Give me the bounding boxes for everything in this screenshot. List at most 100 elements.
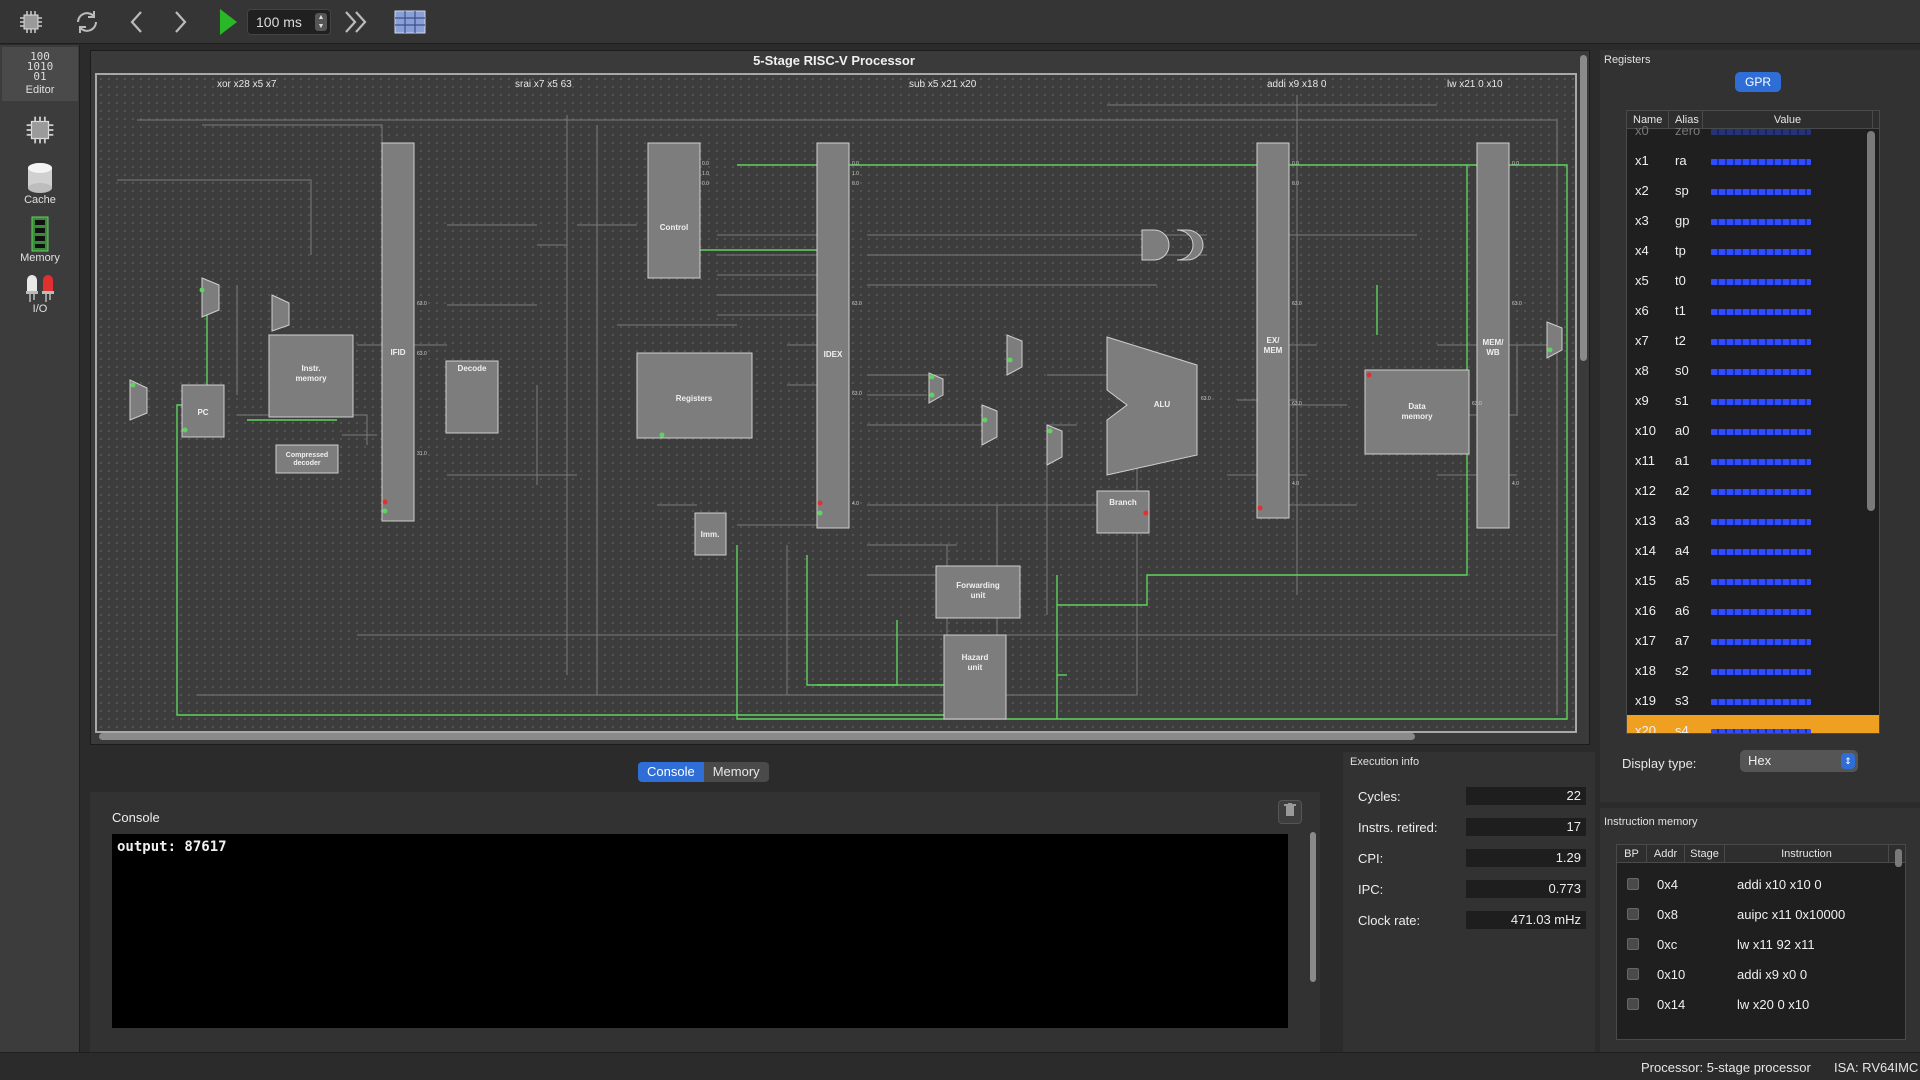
sidebar-item-editor[interactable]: 100 1010 01 Editor: [2, 47, 78, 101]
console-scrollbar[interactable]: [1310, 832, 1316, 982]
register-value[interactable]: [1703, 633, 1873, 648]
register-row[interactable]: x9 s1: [1627, 385, 1879, 415]
instruction-row[interactable]: 0x14 lw x20 0 x10: [1617, 989, 1905, 1019]
register-row[interactable]: x4 tp: [1627, 235, 1879, 265]
register-value[interactable]: [1703, 573, 1873, 588]
table-view-icon[interactable]: [393, 5, 427, 39]
processor-canvas[interactable]: 5-Stage RISC-V Processor xor x28 x5 x7 s…: [90, 50, 1590, 745]
instruction-text: addi x10 x10 0: [1737, 876, 1822, 892]
register-name: x4: [1635, 242, 1649, 258]
console-output[interactable]: output: 87617: [112, 834, 1288, 1028]
register-row[interactable]: x6 t1: [1627, 295, 1879, 325]
control-block: [647, 142, 701, 279]
reset-icon[interactable]: [70, 5, 104, 39]
instruction-row[interactable]: 0xc lw x11 92 x11: [1617, 929, 1905, 959]
breakpoint-checkbox[interactable]: [1627, 968, 1639, 980]
instruction-row[interactable]: 0x10 addi x9 x0 0: [1617, 959, 1905, 989]
registers-scrollbar[interactable]: [1867, 131, 1875, 511]
register-value[interactable]: [1703, 663, 1873, 678]
console-panel: Console output: 87617: [90, 792, 1320, 1052]
fast-forward-icon[interactable]: [340, 5, 374, 39]
speed-input[interactable]: 100 ms ▲ ▼: [247, 9, 331, 35]
register-row[interactable]: x18 s2: [1627, 655, 1879, 685]
instruction-memory-table[interactable]: BP Addr Stage Instruction 0x4 addi x10 x1…: [1616, 844, 1906, 1040]
register-value[interactable]: [1703, 363, 1873, 378]
col-header-instruction[interactable]: Instruction: [1725, 845, 1889, 862]
register-row[interactable]: x10 a0: [1627, 415, 1879, 445]
register-row[interactable]: x2 sp: [1627, 175, 1879, 205]
register-row[interactable]: x11 a1: [1627, 445, 1879, 475]
register-value[interactable]: [1703, 543, 1873, 558]
col-header-bp[interactable]: BP: [1617, 845, 1647, 862]
register-value[interactable]: [1703, 273, 1873, 288]
memory-module-icon: [31, 216, 49, 252]
tab-memory[interactable]: Memory: [703, 762, 769, 782]
instruction-row[interactable]: 0x4 addi x10 x10 0: [1617, 869, 1905, 899]
register-value-bar: [1711, 278, 1811, 285]
register-value[interactable]: [1703, 423, 1873, 438]
svg-text:WB: WB: [1486, 348, 1500, 357]
register-row[interactable]: x19 s3: [1627, 685, 1879, 715]
svg-text:63.0: 63.0: [1201, 396, 1211, 402]
run-icon[interactable]: [211, 5, 245, 39]
register-row[interactable]: x1 ra: [1627, 145, 1879, 175]
canvas-vertical-scrollbar[interactable]: [1580, 55, 1587, 361]
breakpoint-checkbox[interactable]: [1627, 938, 1639, 950]
canvas-horizontal-scrollbar[interactable]: [99, 733, 1415, 740]
register-value[interactable]: [1703, 243, 1873, 258]
register-value[interactable]: [1703, 393, 1873, 408]
sidebar-item-io[interactable]: I/O: [2, 267, 78, 321]
breakpoint-checkbox[interactable]: [1627, 998, 1639, 1010]
sidebar-item-processor[interactable]: [2, 105, 78, 155]
exmem-register: [1256, 142, 1290, 519]
register-alias: a5: [1675, 572, 1690, 588]
register-value[interactable]: [1703, 513, 1873, 528]
breakpoint-checkbox[interactable]: [1627, 908, 1639, 920]
register-value[interactable]: [1703, 153, 1873, 168]
register-value[interactable]: [1703, 213, 1873, 228]
register-row[interactable]: x5 t0: [1627, 265, 1879, 295]
status-processor: Processor: 5-stage processor: [1641, 1060, 1811, 1075]
instruction-row[interactable]: 0x8 auipc x11 0x10000: [1617, 899, 1905, 929]
register-value[interactable]: [1703, 123, 1873, 138]
execution-info-panel: Execution info Cycles: 22 Instrs. retire…: [1343, 752, 1595, 1052]
col-header-addr[interactable]: Addr: [1647, 845, 1685, 862]
instruction-memory-scrollbar[interactable]: [1895, 849, 1902, 867]
step-back-icon[interactable]: [120, 5, 154, 39]
svg-text:63.0: 63.0: [1292, 401, 1302, 407]
circuit-view[interactable]: xor x28 x5 x7 srai x7 x5 63 sub x5 x21 x…: [95, 73, 1577, 733]
register-value[interactable]: [1703, 183, 1873, 198]
register-row[interactable]: x13 a3: [1627, 505, 1879, 535]
display-type-select[interactable]: Hex ⇕: [1740, 750, 1858, 772]
register-row[interactable]: x7 t2: [1627, 325, 1879, 355]
register-value[interactable]: [1703, 723, 1873, 733]
register-row[interactable]: x3 gp: [1627, 205, 1879, 235]
register-row[interactable]: x12 a2: [1627, 475, 1879, 505]
exec-value: 0.773: [1466, 880, 1586, 898]
register-value[interactable]: [1703, 693, 1873, 708]
chip-select-icon[interactable]: [14, 5, 48, 39]
register-value[interactable]: [1703, 333, 1873, 348]
speed-stepper[interactable]: ▲ ▼: [315, 13, 327, 31]
exec-label: Cycles:: [1358, 789, 1401, 804]
register-row[interactable]: x17 a7: [1627, 625, 1879, 655]
register-row[interactable]: x8 s0: [1627, 355, 1879, 385]
breakpoint-checkbox[interactable]: [1627, 878, 1639, 890]
register-row[interactable]: x14 a4: [1627, 535, 1879, 565]
sidebar-item-cache[interactable]: Cache: [2, 157, 78, 211]
tab-gpr[interactable]: GPR: [1735, 72, 1781, 92]
registers-table[interactable]: Name Alias Value x0 zero x1 ra x2 sp x3 gp x4 tp x…: [1626, 110, 1880, 734]
register-value[interactable]: [1703, 603, 1873, 618]
register-value[interactable]: [1703, 303, 1873, 318]
register-value[interactable]: [1703, 483, 1873, 498]
register-name: x2: [1635, 182, 1649, 198]
trash-icon[interactable]: [1278, 800, 1302, 824]
register-row[interactable]: x16 a6: [1627, 595, 1879, 625]
register-value[interactable]: [1703, 453, 1873, 468]
tab-console[interactable]: Console: [638, 762, 704, 782]
register-row[interactable]: x15 a5: [1627, 565, 1879, 595]
col-header-stage[interactable]: Stage: [1685, 845, 1725, 862]
register-row[interactable]: x20 s4: [1627, 715, 1879, 733]
sidebar-item-memory[interactable]: Memory: [2, 213, 78, 267]
step-forward-icon[interactable]: [163, 5, 197, 39]
